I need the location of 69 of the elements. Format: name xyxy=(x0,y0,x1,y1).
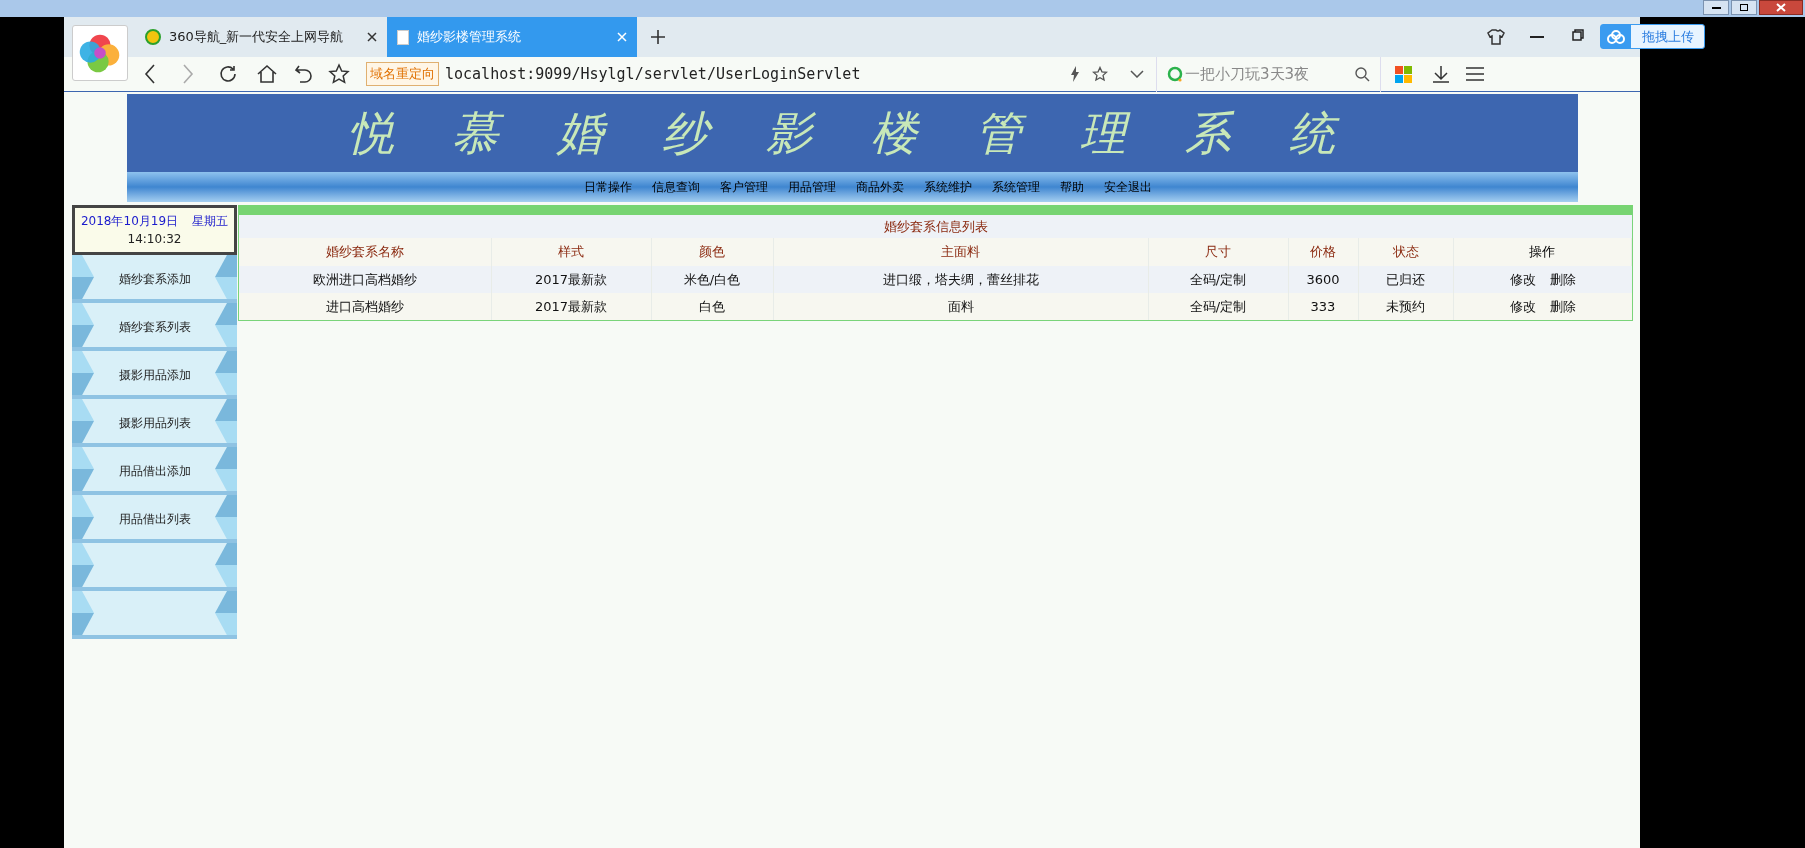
sidebar-menu-item[interactable]: 用品借出添加 xyxy=(72,447,237,495)
sidebar-menu-item[interactable]: 婚纱套系列表 xyxy=(72,303,237,351)
table-cell: 全码/定制 xyxy=(1148,266,1288,293)
nav-link[interactable]: 系统维护 xyxy=(923,178,972,196)
restore-button[interactable] xyxy=(1731,0,1757,15)
table-cell: 2017最新款 xyxy=(491,293,651,320)
address-field[interactable]: localhost:9099/Hsylgl/servlet/UserLoginServlet xyxy=(445,62,1065,86)
menu-icon[interactable] xyxy=(1466,66,1484,82)
table-cell: 进口缎，塔夫绸，蕾丝排花 xyxy=(773,266,1148,293)
search-field[interactable]: 一把小刀玩3天3夜 xyxy=(1185,62,1355,86)
minimize-button[interactable] xyxy=(1703,0,1729,15)
action-link[interactable]: 删除 xyxy=(1549,269,1576,290)
sidebar-menu-item[interactable]: 摄影用品列表 xyxy=(72,399,237,447)
action-link[interactable]: 修改 xyxy=(1509,296,1536,317)
tab-label: 360导航_新一代安全上网导航 xyxy=(169,28,345,47)
nav-link[interactable]: 客户管理 xyxy=(719,178,768,196)
table-cell: 欧洲进口高档婚纱 xyxy=(239,266,491,293)
table-cell: 未预约 xyxy=(1358,293,1453,320)
weekday-text: 星期五 xyxy=(192,213,229,230)
apps-icon[interactable] xyxy=(1395,65,1412,83)
browser-tab[interactable]: 360导航_新一代安全上网导航 xyxy=(135,17,387,57)
table-cell: 进口高档婚纱 xyxy=(239,293,491,320)
action-link[interactable]: 删除 xyxy=(1549,296,1576,317)
table-cell: 全码/定制 xyxy=(1148,293,1288,320)
star-icon[interactable] xyxy=(328,63,350,85)
table-cell: 已归还 xyxy=(1358,266,1453,293)
nav-link[interactable]: 信息查询 xyxy=(651,178,700,196)
time-text: 14:10:32 xyxy=(127,231,182,248)
table-cell: 333 xyxy=(1288,293,1358,320)
close-button[interactable] xyxy=(1759,0,1803,15)
table-cell: 2017最新款 xyxy=(491,266,651,293)
nav-link[interactable]: 用品管理 xyxy=(787,178,836,196)
system-title: 悦 慕 婚 纱 影 楼 管 理 系 统 xyxy=(347,104,1358,162)
skin-icon[interactable] xyxy=(1487,29,1505,45)
nav-link[interactable]: 日常操作 xyxy=(583,178,632,196)
tab-label: 婚纱影楼管理系统 xyxy=(417,28,522,47)
table-cell: 3600 xyxy=(1288,266,1358,293)
globe-icon xyxy=(145,29,161,45)
back-icon[interactable] xyxy=(144,64,156,84)
upload-button[interactable]: 拖拽上传 xyxy=(1600,24,1705,49)
table-cell: 面料 xyxy=(773,293,1148,320)
close-icon[interactable] xyxy=(367,32,377,42)
page-icon xyxy=(397,29,409,45)
sidebar-menu-item[interactable]: 摄影用品添加 xyxy=(72,351,237,399)
action-link[interactable]: 修改 xyxy=(1509,269,1536,290)
table-cell: 米色/白色 xyxy=(651,266,773,293)
sidebar-menu-item[interactable]: 婚纱套系添加 xyxy=(72,255,237,303)
cloud-icon xyxy=(1601,25,1631,48)
table-cell: 白色 xyxy=(651,293,773,320)
download-icon[interactable] xyxy=(1432,65,1450,83)
reload-icon[interactable] xyxy=(218,64,238,84)
search-icon[interactable] xyxy=(1355,66,1370,82)
restore-icon[interactable] xyxy=(1572,29,1584,41)
table-title: 婚纱套系信息列表 xyxy=(882,217,989,236)
new-tab-icon[interactable] xyxy=(651,30,665,44)
lightning-icon[interactable] xyxy=(1070,66,1080,82)
nav-link[interactable]: 帮助 xyxy=(1059,178,1084,196)
nav-link[interactable]: 系统管理 xyxy=(991,178,1040,196)
date-text: 2018年10月19日 xyxy=(80,213,179,230)
star-icon[interactable] xyxy=(1092,66,1108,82)
home-icon[interactable] xyxy=(256,64,278,84)
nav-link[interactable]: 安全退出 xyxy=(1103,178,1152,196)
nav-link[interactable]: 商品外卖 xyxy=(855,178,904,196)
undo-icon[interactable] xyxy=(294,64,314,84)
close-icon xyxy=(1776,3,1786,12)
search-engine-icon xyxy=(1167,66,1183,82)
browser-logo[interactable] xyxy=(72,25,128,81)
sidebar-menu-item[interactable]: 用品借出列表 xyxy=(72,495,237,543)
dropdown-icon[interactable] xyxy=(1130,70,1144,78)
